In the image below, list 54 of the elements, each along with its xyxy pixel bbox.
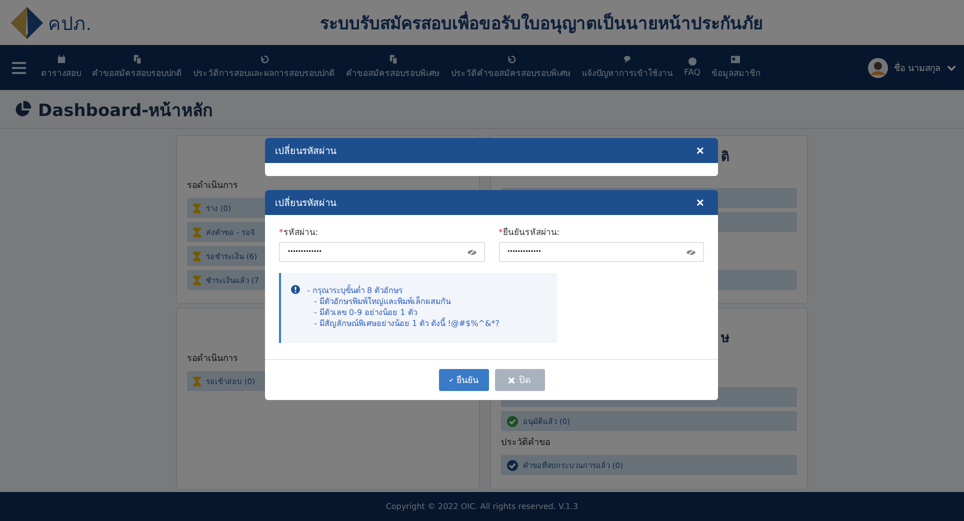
document-icon[interactable] [132,55,142,64]
hourglass-icon [193,202,201,214]
page-title: Dashboard-หน้าหลัก [38,100,213,122]
hourglass-icon [193,226,201,238]
hint-text: - กรุณาระบุขั้นต่ำ 8 ตัวอักษร [307,285,404,296]
check-circle-icon [507,416,518,426]
copyright-text: Copyright © 2022 OIC. All rights reserved. V.1.3 [386,502,578,511]
section-label: รอดำเนินการ [187,352,239,365]
close-button[interactable]: × [692,196,708,209]
section-label: รอดำเนินการ [187,180,239,192]
nav-link[interactable]: แจ้งปัญหาการเข้าใช้งาน [582,55,673,80]
card-title: ษ [721,330,730,347]
hint-text: - มีตัวเลข 0-9 อย่างน้อย 1 ตัว [313,307,418,318]
diamond-logo-icon [10,6,44,40]
user-name[interactable]: ชื่อ นามสกุล [894,60,941,74]
card-title: ติ [721,149,729,166]
dialog-title: เปลี่ยนรหัสผ่าน [275,143,336,158]
menu-icon[interactable] [12,62,26,74]
nav-link[interactable]: ประวัติคำขอสมัครสอบรอบพิเศษ [451,55,571,80]
history-icon[interactable] [260,55,268,64]
hint-text: - มีตัวอักษรพิมพ์ใหญ่และพิมพ์เล็กผสมกัน [313,296,452,307]
confirm-button[interactable]: ยืนยัน [438,369,488,391]
info-icon [291,285,300,294]
nav-link[interactable]: ประวัติการสอบและผลการสอบรอบปกติ [193,55,335,80]
eye-slash-icon[interactable] [466,248,476,257]
pie-chart-icon [14,100,31,118]
nav-link[interactable]: ตารางสอบ [41,55,81,80]
site-title: ระบบรับสมัครสอบเพื่อขอรับใบอนุญาตเป็นนายหน้าประกันภัย [320,9,763,36]
close-button[interactable]: ปิด [494,369,544,391]
calendar-icon[interactable] [56,55,66,64]
field-label: *รหัสผ่าน: [279,227,320,239]
caret-icon[interactable] [947,64,956,70]
idcard-icon[interactable] [731,55,740,64]
history-icon[interactable] [506,55,516,64]
eye-slash-icon[interactable] [686,248,696,257]
check-icon [448,376,452,384]
nav-link[interactable]: FAQ [684,57,700,78]
logo-text: คปภ. [48,12,92,36]
hourglass-icon [193,376,201,386]
nav-link[interactable]: คำขอสมัครสอบรอบพิเศษ [346,55,440,80]
hint-text: - มีสัญลักษณ์พิเศษอย่างน้อย 1 ตัว ดังนี้ !@#$%^&*? [313,318,500,329]
document-icon[interactable] [388,55,398,64]
avatar-icon[interactable] [868,58,888,78]
dialog-title: เปลี่ยนรหัสผ่าน [275,195,336,210]
hourglass-icon [193,274,201,286]
hourglass-icon [193,250,201,262]
nav-link[interactable]: คำขอสมัครสอบรอบปกติ [92,55,182,80]
section-label: ประวัติคำขอ [501,436,551,449]
check-circle-icon [507,460,518,470]
comment-icon[interactable] [623,55,632,64]
close-icon [508,376,515,384]
close-button[interactable]: × [692,144,708,157]
nav-link[interactable]: ข้อมูลสมาชิก [711,55,760,80]
field-label: *ยืนยันรหัสผ่าน: [498,226,561,239]
